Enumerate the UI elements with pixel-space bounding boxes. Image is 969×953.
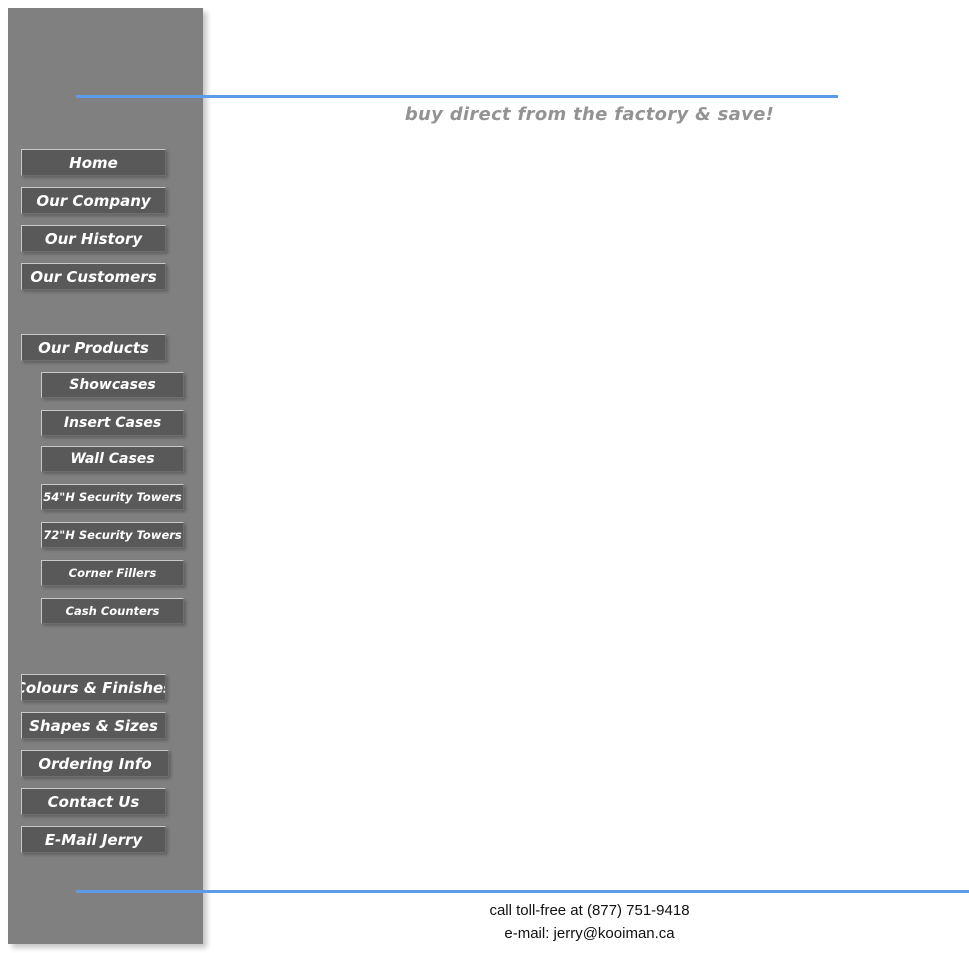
nav-button-contact-us[interactable]: Contact Us: [21, 788, 166, 815]
footer-divider-rule: [76, 890, 969, 893]
nav-button-72h-security-towers[interactable]: 72"H Security Towers: [41, 522, 184, 548]
footer-contact: call toll-free at (877) 751-9418 e-mail:…: [210, 899, 969, 946]
nav-button-colours-finishes[interactable]: Colours & Finishes: [21, 674, 166, 701]
nav-button-label: Ordering Info: [38, 754, 152, 773]
header-divider-rule: [76, 95, 838, 98]
nav-button-our-products[interactable]: Our Products: [21, 334, 166, 361]
nav-button-label: E-Mail Jerry: [44, 830, 143, 849]
nav-button-label: Showcases: [69, 377, 156, 393]
nav-button-home[interactable]: Home: [21, 149, 166, 176]
nav-button-label: Insert Cases: [63, 415, 162, 431]
nav-button-cash-counters[interactable]: Cash Counters: [41, 598, 184, 624]
nav-button-our-customers[interactable]: Our Customers: [21, 263, 166, 290]
nav-button-label: Wall Cases: [70, 451, 155, 467]
nav-button-label: Home: [69, 153, 118, 172]
nav-button-corner-fillers[interactable]: Corner Fillers: [41, 560, 184, 586]
nav-button-label: Corner Fillers: [68, 566, 157, 580]
nav-button-label: 54"H Security Towers: [43, 490, 182, 504]
nav-button-e-mail-jerry[interactable]: E-Mail Jerry: [21, 826, 166, 853]
nav-button-label: Colours & Finishes: [21, 678, 166, 697]
nav-button-label: Our History: [44, 229, 143, 248]
nav-button-wall-cases[interactable]: Wall Cases: [41, 446, 184, 472]
nav-button-shapes-sizes[interactable]: Shapes & Sizes: [21, 712, 166, 739]
nav-button-label: Shapes & Sizes: [29, 716, 158, 735]
nav-button-our-history[interactable]: Our History: [21, 225, 166, 252]
nav-button-showcases[interactable]: Showcases: [41, 372, 184, 398]
nav-button-label: Our Company: [36, 191, 151, 210]
nav-button-insert-cases[interactable]: Insert Cases: [41, 410, 184, 436]
nav-button-54h-security-towers[interactable]: 54"H Security Towers: [41, 484, 184, 510]
nav-button-label: 72"H Security Towers: [43, 528, 182, 542]
tagline: buy direct from the factory & save!: [404, 104, 775, 125]
nav-button-our-company[interactable]: Our Company: [21, 187, 166, 214]
footer-phone: call toll-free at (877) 751-9418: [489, 902, 690, 919]
nav-button-ordering-info[interactable]: Ordering Info: [21, 750, 169, 777]
nav-button-label: Contact Us: [47, 792, 140, 811]
nav-button-label: Cash Counters: [65, 604, 160, 618]
footer-email[interactable]: e-mail: jerry@kooiman.ca: [210, 922, 969, 945]
nav-button-label: Our Products: [38, 338, 149, 357]
nav-button-label: Our Customers: [30, 267, 157, 286]
